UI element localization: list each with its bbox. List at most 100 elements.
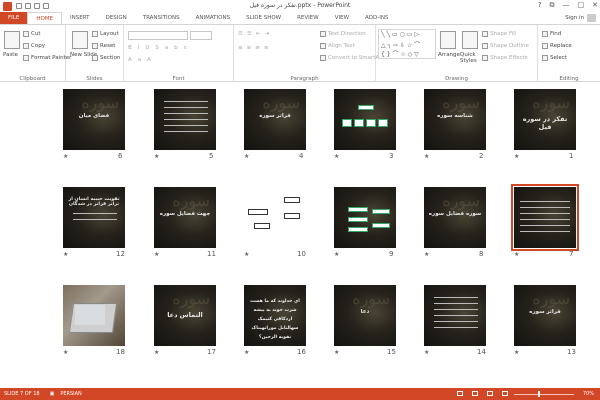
- transition-icon[interactable]: ★: [63, 251, 68, 258]
- tab-file[interactable]: FILE: [0, 12, 28, 24]
- transition-icon[interactable]: ★: [514, 251, 519, 258]
- replace-button[interactable]: Replace: [542, 43, 572, 49]
- arrange-icon[interactable]: [440, 31, 456, 49]
- view-buttons: [453, 391, 508, 396]
- slide-thumbnail[interactable]: [334, 89, 396, 150]
- slide-thumbnail[interactable]: [63, 285, 125, 346]
- transition-icon[interactable]: ★: [63, 153, 68, 160]
- tab-animations[interactable]: ANIMATIONS: [188, 12, 239, 24]
- slide-thumbnail[interactable]: [334, 187, 396, 248]
- tab-add-ins[interactable]: ADD-INS: [357, 12, 396, 24]
- transition-icon[interactable]: ★: [154, 251, 159, 258]
- font-name-box[interactable]: [128, 31, 188, 40]
- arrange-button[interactable]: Arrange: [438, 52, 460, 58]
- slide-thumbnail[interactable]: [154, 89, 216, 150]
- slideshow-view-icon[interactable]: [502, 391, 508, 396]
- transition-icon[interactable]: ★: [154, 153, 159, 160]
- minimize-button[interactable]: —: [563, 1, 570, 10]
- zoom-slider-thumb[interactable]: [538, 391, 540, 397]
- smartart-button[interactable]: Convert to SmartArt: [320, 55, 384, 61]
- normal-view-icon[interactable]: [457, 391, 463, 396]
- quick-styles-icon[interactable]: [462, 31, 478, 49]
- slide-thumbnail[interactable]: [424, 285, 486, 346]
- slide-thumbnail[interactable]: سوره سوره فضایل سوره: [424, 187, 486, 248]
- new-slide-icon[interactable]: [72, 31, 88, 49]
- transition-icon[interactable]: ★: [244, 251, 249, 258]
- slide-thumbnail[interactable]: تقویت حبیبه انسان از تراتر فراتر در شدگا…: [63, 187, 125, 248]
- layout-label: Layout: [100, 31, 119, 37]
- copy-button[interactable]: Copy: [23, 43, 45, 49]
- slide-thumbnail[interactable]: [244, 187, 306, 248]
- tab-home[interactable]: HOME: [27, 12, 63, 24]
- help-button[interactable]: ?: [538, 1, 542, 10]
- paste-button[interactable]: Paste: [3, 52, 18, 58]
- slide-thumbnail[interactable]: سوره جهت فضایل سوره: [154, 187, 216, 248]
- ribbon-display-button[interactable]: ⧉: [550, 1, 555, 10]
- shape-effects-button[interactable]: Shape Effects: [482, 55, 528, 61]
- slide-thumbnail[interactable]: سوره تفکر در سوره فیل: [514, 89, 576, 150]
- select-button[interactable]: Select: [542, 55, 567, 61]
- slide-sorter-view-icon[interactable]: [472, 391, 478, 396]
- select-label: Select: [550, 55, 567, 61]
- transition-icon[interactable]: ★: [334, 349, 339, 356]
- smartart-icon: [320, 55, 326, 61]
- find-button[interactable]: Find: [542, 31, 561, 37]
- transition-icon[interactable]: ★: [424, 153, 429, 160]
- paste-icon[interactable]: [4, 31, 20, 49]
- font-style-buttons[interactable]: BIUSabc: [128, 45, 193, 51]
- user-icon[interactable]: [587, 14, 596, 22]
- language-indicator[interactable]: PERSIAN: [60, 391, 81, 397]
- slide-thumbnail[interactable]: سوره شناسه سوره: [424, 89, 486, 150]
- align-buttons[interactable]: ≡≡≡≡: [238, 45, 272, 51]
- shapes-gallery[interactable]: ╲ ╲ ▭ ○ ▭ ▷ △ ┐ ⇨ ⇩ ☆ ⌒ { } ⌒ ☆ ◇ ▽: [378, 29, 436, 59]
- tab-view[interactable]: VIEW: [327, 12, 357, 24]
- section-button[interactable]: Section: [92, 55, 120, 61]
- tab-design[interactable]: DESIGN: [98, 12, 135, 24]
- format-painter-button[interactable]: Format Painter: [23, 55, 71, 61]
- transition-icon[interactable]: ★: [63, 349, 68, 356]
- transition-icon[interactable]: ★: [154, 349, 159, 356]
- arrow-icon: △ ┐ ⇨ ⇩ ☆ ⌒: [381, 42, 421, 49]
- cut-button[interactable]: Cut: [23, 31, 40, 37]
- quick-styles-button[interactable]: Quick Styles: [460, 52, 480, 64]
- zoom-slider[interactable]: [514, 394, 574, 395]
- slide-thumbnail[interactable]: سوره التماس دعا: [154, 285, 216, 346]
- text-direction-button[interactable]: Text Direction: [320, 31, 366, 37]
- zoom-level[interactable]: 70%: [583, 391, 594, 397]
- align-text-button[interactable]: Align Text: [320, 43, 355, 49]
- transition-icon[interactable]: ★: [334, 153, 339, 160]
- transition-icon[interactable]: ★: [514, 153, 519, 160]
- reset-button[interactable]: Reset: [92, 43, 115, 49]
- transition-icon[interactable]: ★: [334, 251, 339, 258]
- list-buttons[interactable]: ☰☰⇤⇥: [238, 31, 273, 37]
- slide-thumbnail-selected[interactable]: [511, 184, 579, 251]
- font-size-box[interactable]: [190, 31, 212, 40]
- tab-slide-show[interactable]: SLIDE SHOW: [238, 12, 289, 24]
- font-color-buttons[interactable]: AaA: [128, 57, 157, 63]
- transition-icon[interactable]: ★: [424, 349, 429, 356]
- shape-fill-button[interactable]: Shape Fill: [482, 31, 516, 37]
- sign-in-link[interactable]: Sign in: [565, 15, 584, 21]
- transition-icon[interactable]: ★: [244, 153, 249, 160]
- tab-insert[interactable]: INSERT: [62, 12, 97, 24]
- slide-thumbnail[interactable]: سوره فضای میان: [63, 89, 125, 150]
- shape-outline-label: Shape Outline: [490, 43, 529, 49]
- replace-label: Replace: [550, 43, 572, 49]
- proofing-icon[interactable]: ▣: [50, 391, 55, 397]
- close-button[interactable]: ✕: [592, 1, 598, 10]
- bracket-icon: { } ⌒ ☆ ◇ ▽: [381, 51, 419, 58]
- tab-transitions[interactable]: TRANSITIONS: [135, 12, 188, 24]
- tab-review[interactable]: REVIEW: [289, 12, 327, 24]
- slide-thumbnail[interactable]: سوره فراتر سوره: [244, 89, 306, 150]
- slide-thumbnail[interactable]: سوره فراتر سوره: [514, 285, 576, 346]
- slide-title: تقویت حبیبه انسان از تراتر فراتر در شدگا…: [68, 197, 120, 207]
- slide-thumbnail[interactable]: سوره دعا: [334, 285, 396, 346]
- transition-icon[interactable]: ★: [424, 251, 429, 258]
- transition-icon[interactable]: ★: [244, 349, 249, 356]
- slide-thumbnail[interactable]: اي خداوند که ما هست شرت خوند به بيشه ازد…: [244, 285, 306, 346]
- reading-view-icon[interactable]: [487, 391, 493, 396]
- maximize-button[interactable]: □: [578, 1, 585, 10]
- layout-button[interactable]: Layout: [92, 31, 119, 37]
- shape-outline-button[interactable]: Shape Outline: [482, 43, 529, 49]
- transition-icon[interactable]: ★: [514, 349, 519, 356]
